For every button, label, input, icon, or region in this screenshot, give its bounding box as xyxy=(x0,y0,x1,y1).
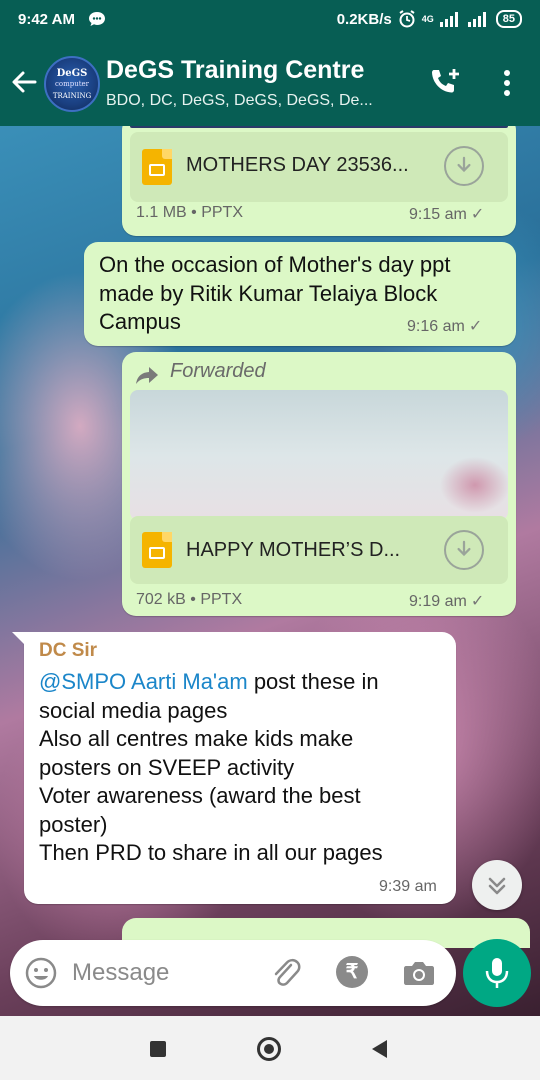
file-name: HAPPY MOTHER’S D... xyxy=(186,539,401,561)
status-time: 9:42 AM xyxy=(18,11,75,28)
nav-back-icon[interactable] xyxy=(372,1040,387,1058)
time-text: 9:15 am xyxy=(409,206,467,223)
system-nav-bar xyxy=(0,1016,540,1080)
chat-header: DeGS computer TRAINING DeGS Training Cen… xyxy=(0,40,540,126)
signal-icon xyxy=(467,12,486,27)
message-bubble[interactable]: MOTHERS DAY 23536... 1.1 MB • PPTX 9:15 … xyxy=(122,126,516,236)
file-type: PPTX xyxy=(201,204,243,221)
text-line: Also all centres make kids make xyxy=(39,726,354,751)
chat-area[interactable]: MOTHERS DAY 23536... 1.1 MB • PPTX 9:15 … xyxy=(0,126,540,1016)
file-type: PPTX xyxy=(200,591,243,608)
mic-icon xyxy=(485,958,509,988)
text-line: made by Ritik Kumar Telaiya Block xyxy=(99,280,438,306)
text-line: @SMPO Aarti Ma'am post these in xyxy=(39,668,449,697)
group-avatar[interactable]: DeGS computer TRAINING xyxy=(44,56,100,112)
file-name: MOTHERS DAY 23536... xyxy=(186,154,409,176)
file-card[interactable]: HAPPY MOTHER’S D... xyxy=(130,516,508,584)
avatar-text: computer xyxy=(54,80,90,88)
message-notification-icon xyxy=(89,12,105,26)
message-bubble[interactable]: DC Sir @SMPO Aarti Ma'am post these in s… xyxy=(24,632,456,904)
download-icon[interactable] xyxy=(444,530,484,570)
forward-arrow-icon xyxy=(136,367,158,384)
message-input[interactable]: Message xyxy=(72,959,169,987)
forwarded-label: Forwarded xyxy=(170,360,266,382)
message-time: 9:15 am ✓ xyxy=(409,204,484,224)
bubble-tail xyxy=(12,632,26,646)
voice-message-button[interactable] xyxy=(463,939,531,1007)
sent-tick-icon: ✓ xyxy=(468,318,483,335)
download-icon[interactable] xyxy=(444,146,484,186)
avatar-text: DeGS xyxy=(56,68,88,79)
file-card[interactable]: MOTHERS DAY 23536... xyxy=(130,132,508,202)
chat-participants[interactable]: BDO, DC, DeGS, DeGS, DeGS, De... xyxy=(106,92,406,110)
file-size: 702 kB xyxy=(136,591,186,608)
status-bar: 9:42 AM 0.2KB/s 4G 85 xyxy=(0,0,540,40)
text-line: On the occasion of Mother's day ppt xyxy=(99,252,451,277)
text-line: poster) xyxy=(39,811,108,837)
add-call-icon[interactable] xyxy=(428,66,462,100)
message-time: 9:39 am xyxy=(379,878,437,895)
back-arrow-icon[interactable] xyxy=(10,68,38,96)
file-meta: 702 kB • PPTX xyxy=(136,591,242,609)
camera-icon[interactable] xyxy=(402,957,436,989)
time-text: 9:16 am xyxy=(407,318,465,335)
more-options-icon[interactable] xyxy=(498,68,516,98)
sent-tick-icon: ✓ xyxy=(470,206,485,223)
scroll-to-bottom-icon[interactable] xyxy=(472,860,522,910)
chat-title[interactable]: DeGS Training Centre xyxy=(106,56,364,85)
network-speed: 0.2KB/s xyxy=(336,10,392,28)
message-text: @SMPO Aarti Ma'am post these in social m… xyxy=(39,668,449,868)
network-type: 4G xyxy=(421,14,434,24)
payment-icon[interactable]: ₹ xyxy=(336,956,368,988)
file-meta: 1.1 MB • PPTX xyxy=(136,204,243,222)
recent-apps-icon[interactable] xyxy=(150,1041,166,1057)
meta-separator: • xyxy=(191,204,197,221)
message-time: 9:16 am ✓ xyxy=(407,316,482,336)
time-text: 9:19 am xyxy=(409,593,467,610)
attachment-icon[interactable] xyxy=(270,956,302,990)
text-line: social media pages xyxy=(39,697,228,723)
sender-name: DC Sir xyxy=(39,640,98,661)
text-fragment: post these in xyxy=(247,669,379,694)
file-preview-thumbnail[interactable] xyxy=(130,390,508,520)
message-bubble[interactable]: Forwarded HAPPY MOTHER’S D... 702 kB • P… xyxy=(122,352,516,616)
text-line: Then PRD to share in all our pages xyxy=(39,840,383,865)
pptx-file-icon xyxy=(142,149,172,185)
pptx-file-icon xyxy=(142,532,172,568)
mention-link[interactable]: @SMPO Aarti Ma'am xyxy=(39,669,248,694)
avatar-text: TRAINING xyxy=(52,92,92,100)
text-line: posters on SVEEP activity xyxy=(39,754,295,780)
battery-icon: 85 xyxy=(495,10,522,28)
preview-strip xyxy=(130,126,508,128)
signal-icon xyxy=(439,12,458,27)
message-bubble[interactable]: On the occasion of Mother's day ppt made… xyxy=(84,242,516,346)
alarm-icon xyxy=(399,10,415,28)
sent-tick-icon: ✓ xyxy=(470,593,485,610)
emoji-icon[interactable] xyxy=(24,956,58,990)
message-composer[interactable]: Message ₹ xyxy=(10,940,456,1006)
home-icon[interactable] xyxy=(257,1037,281,1061)
file-size: 1.1 MB xyxy=(136,204,187,221)
meta-separator: • xyxy=(190,591,196,608)
text-line: Voter awareness (award the best xyxy=(39,783,361,808)
message-time: 9:19 am ✓ xyxy=(409,591,484,611)
